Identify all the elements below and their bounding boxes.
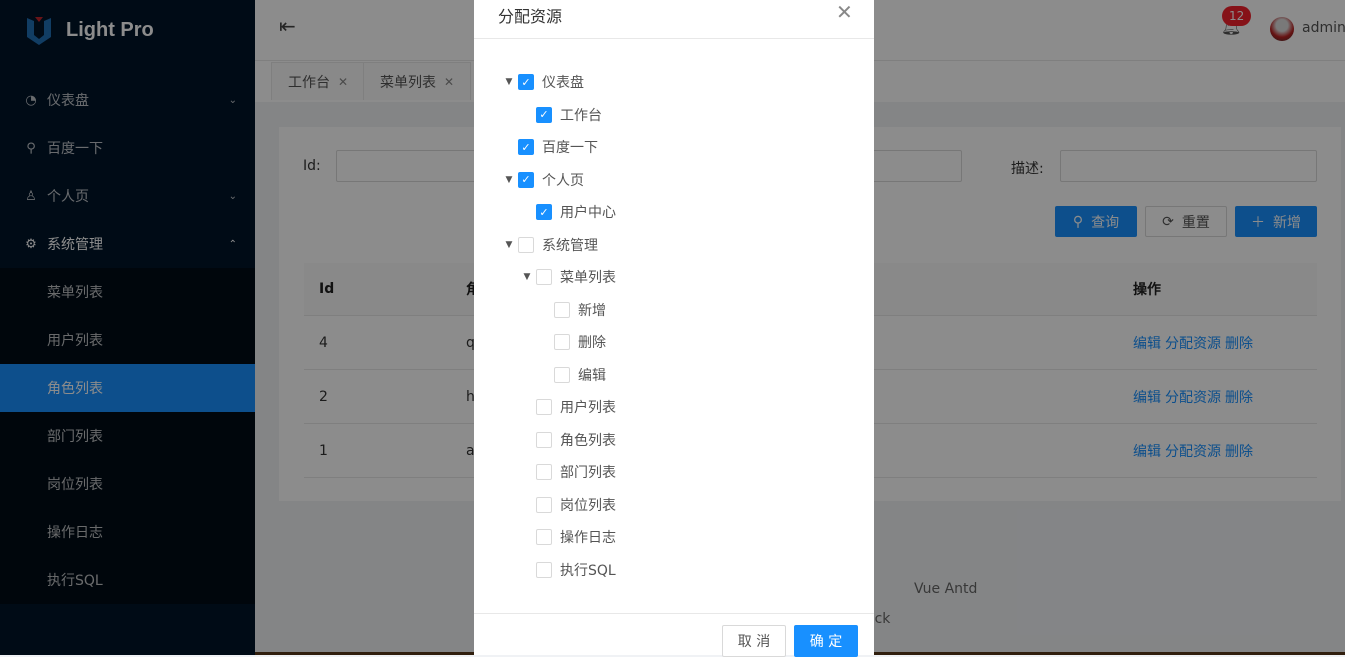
divider (474, 613, 874, 614)
tree-node-label[interactable]: 部门列表 (560, 462, 616, 482)
button-label: 确 定 (809, 634, 843, 650)
tree-node[interactable]: 角色列表 (520, 428, 616, 452)
tree-node[interactable]: 执行SQL (520, 558, 616, 582)
tree-node-label[interactable]: 百度一下 (542, 137, 598, 157)
tree-node-label[interactable]: 用户中心 (560, 202, 616, 222)
tree-checkbox[interactable]: ✓ (518, 171, 534, 188)
tree-node-label[interactable]: 岗位列表 (560, 495, 616, 515)
tree-node[interactable]: ▼ ✓ 仪表盘 (502, 70, 584, 94)
caret-down-icon[interactable]: ▼ (502, 240, 516, 250)
tree-node-label[interactable]: 仪表盘 (542, 72, 584, 92)
tree-checkbox[interactable] (536, 431, 552, 448)
caret-down-icon[interactable]: ▼ (520, 272, 534, 282)
tree-node-label[interactable]: 系统管理 (542, 235, 598, 255)
caret-down-icon[interactable]: ▼ (502, 77, 516, 87)
tree-checkbox[interactable] (536, 464, 552, 480)
tree-checkbox[interactable] (536, 399, 552, 415)
tree-node[interactable]: ✓ 用户中心 (520, 200, 616, 224)
tree-node-label[interactable]: 新增 (578, 300, 606, 320)
tree-node-label[interactable]: 删除 (578, 332, 606, 352)
tree-checkbox[interactable] (554, 334, 570, 350)
tree-checkbox[interactable]: ✓ (518, 139, 534, 155)
modal-title: 分配资源 (498, 7, 563, 26)
tree-checkbox[interactable] (536, 496, 552, 513)
tree-node[interactable]: 操作日志 (520, 525, 616, 549)
tree-checkbox[interactable] (554, 366, 570, 383)
cancel-button[interactable]: 取 消 (722, 625, 786, 657)
tree-node[interactable]: ✓ 工作台 (520, 103, 602, 127)
tree-checkbox[interactable] (554, 301, 570, 318)
tree-node[interactable]: 编辑 (538, 363, 606, 387)
tree-node[interactable]: ▼ 系统管理 (502, 233, 598, 257)
divider (474, 38, 874, 39)
ok-button[interactable]: 确 定 (794, 625, 858, 657)
tree-checkbox[interactable]: ✓ (536, 106, 552, 123)
tree-node[interactable]: ✓ 百度一下 (502, 135, 598, 159)
tree-node-label[interactable]: 角色列表 (560, 430, 616, 450)
tree-node[interactable]: 用户列表 (520, 395, 616, 419)
tree-node[interactable]: 岗位列表 (520, 493, 616, 517)
tree-checkbox[interactable] (536, 561, 552, 578)
tree-node-label[interactable]: 菜单列表 (560, 267, 616, 287)
tree-node-label[interactable]: 用户列表 (560, 397, 616, 417)
tree-checkbox[interactable] (536, 269, 552, 285)
tree-checkbox[interactable]: ✓ (536, 204, 552, 220)
tree-node-label[interactable]: 工作台 (560, 105, 602, 125)
tree-checkbox[interactable]: ✓ (518, 74, 534, 90)
tree-node-label[interactable]: 执行SQL (560, 560, 616, 580)
button-label: 取 消 (737, 634, 771, 650)
tree-node[interactable]: 删除 (538, 330, 606, 354)
tree-node[interactable]: ▼ 菜单列表 (520, 265, 616, 289)
tree-node[interactable]: ▼ ✓ 个人页 (502, 168, 584, 192)
close-icon[interactable]: ✕ (836, 0, 853, 24)
tree-checkbox[interactable] (536, 529, 552, 545)
tree-checkbox[interactable] (518, 236, 534, 253)
tree-node[interactable]: 新增 (538, 298, 606, 322)
caret-down-icon[interactable]: ▼ (502, 175, 516, 185)
tree-node-label[interactable]: 编辑 (578, 365, 606, 385)
tree-node-label[interactable]: 个人页 (542, 170, 584, 190)
assign-resource-modal: 分配资源 ✕ ▼ ✓ 仪表盘 ✓ 工作台 ✓ 百度一下 ▼ ✓ 个人页 ✓ 用户中心 ▼ 系统管理 ▼ 菜单列… (474, 0, 874, 657)
tree-node[interactable]: 部门列表 (520, 460, 616, 484)
tree-node-label[interactable]: 操作日志 (560, 527, 616, 547)
